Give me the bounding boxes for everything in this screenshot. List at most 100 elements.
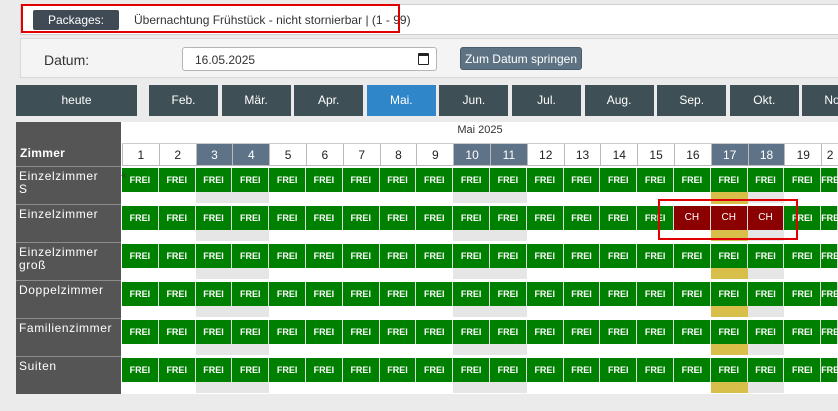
packages-value[interactable]: Übernachtung Frühstück - nicht stornierb…: [134, 13, 411, 27]
free-cell[interactable]: FREI: [453, 320, 490, 344]
free-cell[interactable]: FREI: [600, 244, 638, 268]
free-cell[interactable]: FREI: [232, 282, 270, 306]
free-cell[interactable]: FREI: [526, 320, 564, 344]
free-cell[interactable]: FREI: [122, 168, 159, 192]
free-cell[interactable]: FREI: [821, 358, 838, 382]
free-cell[interactable]: FREI: [637, 282, 674, 306]
free-cell[interactable]: FREI: [158, 320, 196, 344]
free-cell[interactable]: FREI: [747, 168, 785, 192]
jump-to-date-button[interactable]: Zum Datum springen: [460, 47, 582, 70]
free-cell[interactable]: FREI: [453, 358, 490, 382]
free-cell[interactable]: FREI: [821, 320, 838, 344]
free-cell[interactable]: FREI: [379, 282, 417, 306]
free-cell[interactable]: FREI: [637, 168, 674, 192]
free-cell[interactable]: FREI: [710, 358, 748, 382]
free-cell[interactable]: FREI: [784, 206, 822, 230]
free-cell[interactable]: FREI: [674, 168, 711, 192]
free-cell[interactable]: FREI: [416, 358, 454, 382]
free-cell[interactable]: FREI: [379, 168, 417, 192]
free-cell[interactable]: FREI: [747, 244, 785, 268]
free-cell[interactable]: FREI: [637, 244, 674, 268]
free-cell[interactable]: FREI: [342, 244, 380, 268]
free-cell[interactable]: FREI: [453, 206, 490, 230]
free-cell[interactable]: FREI: [490, 168, 527, 192]
free-cell[interactable]: FREI: [122, 358, 159, 382]
free-cell[interactable]: FREI: [195, 320, 233, 344]
free-cell[interactable]: FREI: [158, 244, 196, 268]
free-cell[interactable]: FREI: [122, 282, 159, 306]
free-cell[interactable]: FREI: [453, 282, 490, 306]
free-cell[interactable]: FREI: [379, 206, 417, 230]
free-cell[interactable]: FREI: [563, 244, 601, 268]
free-cell[interactable]: FREI: [784, 282, 822, 306]
free-cell[interactable]: FREI: [269, 320, 306, 344]
month-button-9[interactable]: Nov.: [802, 85, 838, 116]
booked-cell[interactable]: CH: [710, 206, 748, 230]
free-cell[interactable]: FREI: [637, 206, 674, 230]
booked-cell[interactable]: CH: [674, 206, 711, 230]
free-cell[interactable]: FREI: [269, 168, 306, 192]
free-cell[interactable]: FREI: [122, 320, 159, 344]
date-input[interactable]: 16.05.2025: [182, 47, 437, 71]
free-cell[interactable]: FREI: [269, 244, 306, 268]
free-cell[interactable]: FREI: [637, 358, 674, 382]
free-cell[interactable]: FREI: [747, 320, 785, 344]
free-cell[interactable]: FREI: [710, 244, 748, 268]
free-cell[interactable]: FREI: [784, 320, 822, 344]
collapse-arrow-icon[interactable]: «: [121, 170, 127, 181]
free-cell[interactable]: FREI: [306, 358, 343, 382]
free-cell[interactable]: FREI: [416, 244, 454, 268]
free-cell[interactable]: FREI: [269, 358, 306, 382]
free-cell[interactable]: FREI: [306, 244, 343, 268]
free-cell[interactable]: FREI: [342, 168, 380, 192]
free-cell[interactable]: FREI: [600, 358, 638, 382]
month-button-0[interactable]: Feb.: [149, 85, 218, 116]
free-cell[interactable]: FREI: [342, 320, 380, 344]
month-button-4[interactable]: Jun.: [439, 85, 509, 116]
free-cell[interactable]: FREI: [232, 206, 270, 230]
free-cell[interactable]: FREI: [379, 358, 417, 382]
free-cell[interactable]: FREI: [710, 168, 748, 192]
free-cell[interactable]: FREI: [158, 358, 196, 382]
free-cell[interactable]: FREI: [821, 206, 838, 230]
free-cell[interactable]: FREI: [416, 168, 454, 192]
free-cell[interactable]: FREI: [195, 244, 233, 268]
free-cell[interactable]: FREI: [195, 206, 233, 230]
packages-bar[interactable]: Packages: Übernachtung Frühstück - nicht…: [20, 4, 838, 35]
free-cell[interactable]: FREI: [195, 358, 233, 382]
free-cell[interactable]: FREI: [784, 244, 822, 268]
free-cell[interactable]: FREI: [306, 206, 343, 230]
free-cell[interactable]: FREI: [821, 244, 838, 268]
free-cell[interactable]: FREI: [563, 168, 601, 192]
free-cell[interactable]: FREI: [453, 244, 490, 268]
free-cell[interactable]: FREI: [710, 282, 748, 306]
free-cell[interactable]: FREI: [747, 282, 785, 306]
free-cell[interactable]: FREI: [490, 206, 527, 230]
free-cell[interactable]: FREI: [195, 168, 233, 192]
month-button-3[interactable]: Mai.: [366, 85, 436, 116]
free-cell[interactable]: FREI: [526, 206, 564, 230]
calendar-icon[interactable]: [418, 53, 429, 65]
free-cell[interactable]: FREI: [232, 320, 270, 344]
free-cell[interactable]: FREI: [563, 282, 601, 306]
free-cell[interactable]: FREI: [821, 282, 838, 306]
free-cell[interactable]: FREI: [747, 358, 785, 382]
free-cell[interactable]: FREI: [416, 206, 454, 230]
free-cell[interactable]: FREI: [526, 358, 564, 382]
free-cell[interactable]: FREI: [158, 168, 196, 192]
free-cell[interactable]: FREI: [563, 358, 601, 382]
free-cell[interactable]: FREI: [158, 282, 196, 306]
free-cell[interactable]: FREI: [306, 168, 343, 192]
free-cell[interactable]: FREI: [232, 358, 270, 382]
free-cell[interactable]: FREI: [342, 358, 380, 382]
free-cell[interactable]: FREI: [563, 320, 601, 344]
free-cell[interactable]: FREI: [674, 358, 711, 382]
free-cell[interactable]: FREI: [526, 244, 564, 268]
free-cell[interactable]: FREI: [563, 206, 601, 230]
month-button-7[interactable]: Sep.: [657, 85, 727, 116]
free-cell[interactable]: FREI: [416, 320, 454, 344]
free-cell[interactable]: FREI: [710, 320, 748, 344]
free-cell[interactable]: FREI: [490, 358, 527, 382]
free-cell[interactable]: FREI: [158, 206, 196, 230]
month-button-1[interactable]: Mär.: [221, 85, 291, 116]
